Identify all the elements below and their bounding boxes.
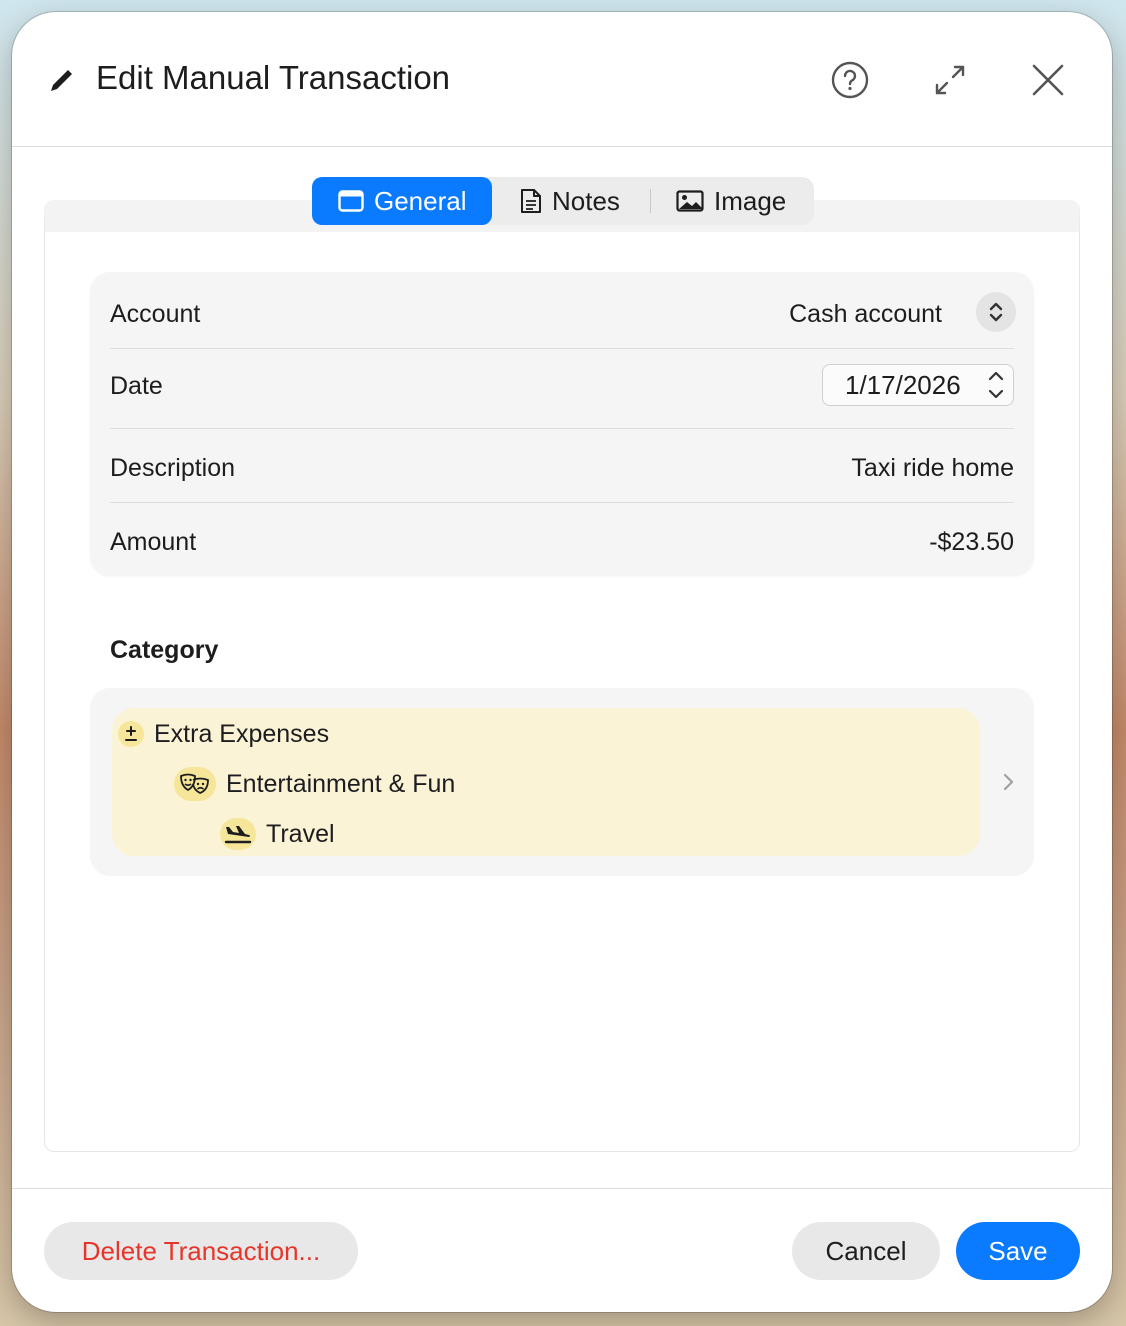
chevron-right-icon xyxy=(1003,773,1014,791)
document-icon xyxy=(520,188,542,214)
tab-image[interactable]: Image xyxy=(650,177,814,225)
category-item-entertainment: Entertainment & Fun xyxy=(174,766,455,802)
close-button[interactable] xyxy=(1026,58,1070,102)
category-heading: Category xyxy=(110,636,219,664)
amount-value[interactable]: -$23.50 xyxy=(929,522,1014,562)
date-label: Date xyxy=(110,372,163,400)
category-label: Entertainment & Fun xyxy=(226,769,456,798)
airplane-landing-icon xyxy=(220,818,256,850)
account-picker-button[interactable] xyxy=(976,292,1016,332)
amount-row: Amount -$23.50 xyxy=(110,522,1014,562)
plus-minus-icon xyxy=(118,721,144,747)
date-stepper-icon[interactable] xyxy=(987,367,1005,403)
category-item-travel: Travel xyxy=(220,816,335,852)
category-item-extra-expenses: Extra Expenses xyxy=(118,716,329,752)
account-row: Account Cash account xyxy=(110,292,1016,334)
photo-icon xyxy=(676,190,704,212)
question-circle-icon xyxy=(831,61,869,99)
pencil-icon xyxy=(51,70,72,91)
row-divider xyxy=(110,348,1014,349)
edit-transaction-dialog: Edit Manual Transaction General Notes Im… xyxy=(12,12,1112,1312)
help-button[interactable] xyxy=(828,58,872,102)
transaction-form: Account Cash account Date 1/17/2026 Desc… xyxy=(90,272,1034,576)
category-selector[interactable]: Extra Expenses Entertainment & Fun Trave… xyxy=(90,688,1034,876)
row-divider xyxy=(110,428,1014,429)
category-label: Extra Expenses xyxy=(154,719,330,748)
description-label: Description xyxy=(110,454,236,482)
tab-general[interactable]: General xyxy=(312,177,492,225)
delete-transaction-button[interactable]: Delete Transaction... xyxy=(44,1222,358,1280)
description-value[interactable]: Taxi ride home xyxy=(851,448,1014,488)
tab-notes-label: Notes xyxy=(552,185,620,216)
tab-notes[interactable]: Notes xyxy=(492,177,650,225)
close-icon xyxy=(1032,64,1064,96)
footer-divider xyxy=(12,1188,1112,1189)
account-value[interactable]: Cash account xyxy=(789,294,942,334)
amount-label: Amount xyxy=(110,528,197,556)
window-icon xyxy=(338,190,364,212)
expand-button[interactable] xyxy=(928,58,972,102)
tab-image-label: Image xyxy=(714,185,787,216)
save-button[interactable]: Save xyxy=(956,1222,1080,1280)
date-row: Date 1/17/2026 xyxy=(110,364,1014,408)
theater-masks-icon xyxy=(174,767,216,801)
description-row: Description Taxi ride home xyxy=(110,448,1014,488)
category-label: Travel xyxy=(266,819,335,848)
tab-general-label: General xyxy=(374,185,467,216)
dialog-title: Edit Manual Transaction xyxy=(96,59,451,96)
row-divider xyxy=(110,502,1014,503)
cancel-button[interactable]: Cancel xyxy=(792,1222,940,1280)
chevron-up-down-icon xyxy=(989,302,1003,322)
account-label: Account xyxy=(110,300,201,328)
date-value[interactable]: 1/17/2026 xyxy=(845,365,961,405)
tab-bar: General Notes Image xyxy=(312,177,814,225)
dialog-header: Edit Manual Transaction xyxy=(12,12,1112,147)
expand-arrows-icon xyxy=(935,65,965,95)
date-picker[interactable]: 1/17/2026 xyxy=(822,364,1014,406)
